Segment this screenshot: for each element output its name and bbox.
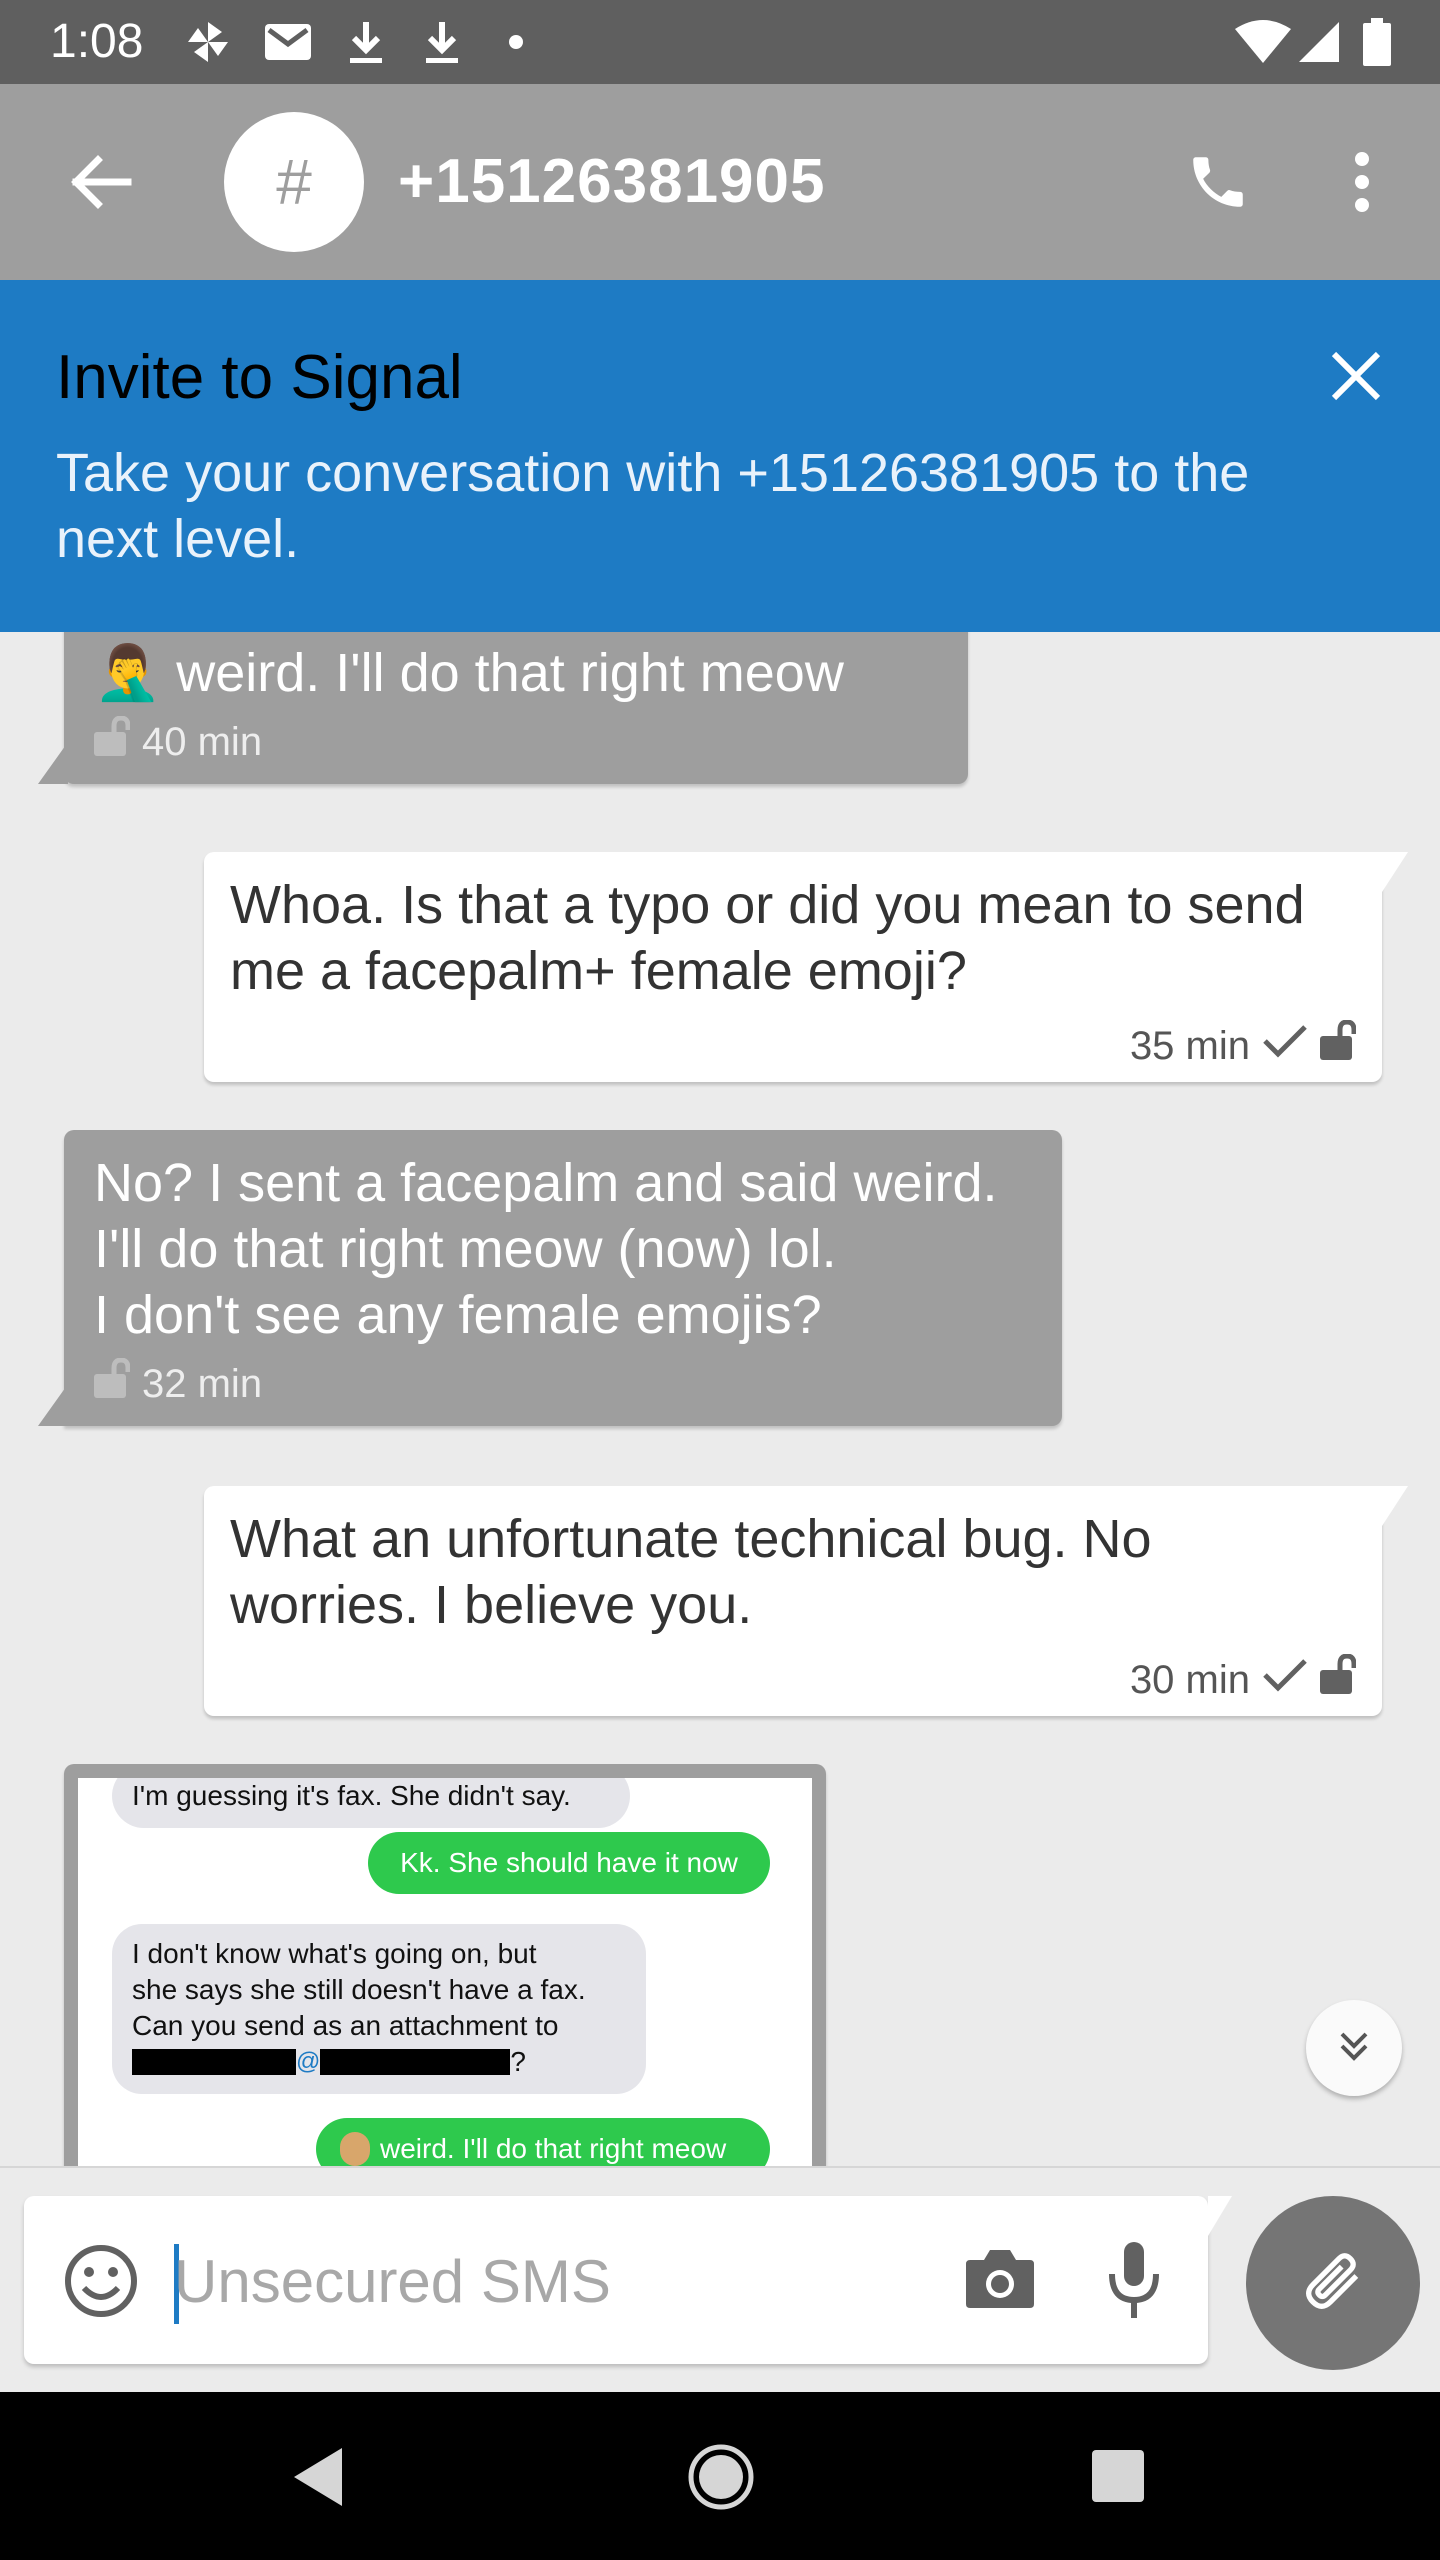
sms-bubble-right: Kk. She should have it now — [368, 1832, 770, 1894]
unlock-icon — [1320, 1019, 1357, 1071]
sms-line: ? — [510, 2046, 526, 2077]
sms-text: I'm guessing it's fax. She didn't say. — [132, 1780, 571, 1811]
battery-icon — [1360, 0, 1394, 84]
sms-bubble-left: I don't know what's going on, but she sa… — [112, 1924, 646, 2094]
message-line: I don't see any female emojis? — [94, 1285, 822, 1345]
gmail-icon — [258, 0, 318, 84]
screenshot-image: I'm guessing it's fax. She didn't say. K… — [78, 1778, 812, 2166]
message-outgoing[interactable]: Whoa. Is that a typo or did you mean to … — [204, 852, 1382, 1082]
sms-text: Kk. She should have it now — [400, 1847, 738, 1878]
signal-icon — [1296, 0, 1342, 84]
bubble-tail — [38, 742, 68, 784]
message-line: No? I sent a facepalm and said weird. — [94, 1153, 998, 1213]
message-time: 40 min — [142, 719, 263, 764]
back-arrow-icon[interactable] — [56, 138, 144, 226]
sms-line: Can you send as an attachment to — [132, 2010, 559, 2041]
message-input[interactable] — [172, 2230, 936, 2332]
composer-tail — [1208, 2196, 1232, 2236]
message-time: 30 min — [1129, 1657, 1250, 1702]
double-chevron-down-icon — [1336, 2028, 1372, 2069]
download-icon — [340, 0, 392, 84]
microphone-icon[interactable] — [1106, 2240, 1162, 2325]
composer — [24, 2196, 1208, 2364]
dot-icon — [504, 0, 528, 84]
emoji-icon[interactable] — [64, 2244, 138, 2323]
unlock-icon — [94, 1357, 131, 1409]
camera-icon[interactable] — [964, 2248, 1036, 2315]
download-icon — [416, 0, 468, 84]
message-line: Whoa. Is that a typo or did you mean to … — [230, 875, 1305, 935]
unlock-icon — [94, 715, 131, 767]
image-message[interactable]: I'm guessing it's fax. She didn't say. K… — [64, 1764, 826, 2166]
phone-icon[interactable] — [1178, 142, 1258, 222]
conversation-title[interactable]: +15126381905 — [398, 146, 826, 218]
sms-text: weird. I'll do that right meow — [380, 2133, 727, 2164]
recents-nav-icon[interactable] — [1090, 2448, 1146, 2509]
attachment-icon — [1293, 2241, 1373, 2326]
divider — [0, 2166, 1440, 2168]
attach-button[interactable] — [1246, 2196, 1420, 2370]
redaction-bar — [132, 2049, 296, 2075]
bubble-tail — [1382, 1486, 1408, 1526]
message-line: What an unfortunate technical bug. No — [230, 1509, 1152, 1569]
sms-bubble-left: I'm guessing it's fax. She didn't say. — [112, 1778, 630, 1828]
banner-title: Invite to Signal — [56, 343, 463, 412]
pinwheel-icon — [180, 0, 236, 84]
message-outgoing[interactable]: What an unfortunate technical bug. No wo… — [204, 1486, 1382, 1716]
home-nav-icon[interactable] — [688, 2444, 754, 2515]
message-line: me a facepalm+ female emoji? — [230, 941, 967, 1001]
more-vert-icon[interactable] — [1336, 142, 1388, 222]
check-icon — [1262, 1656, 1308, 1704]
back-nav-icon[interactable] — [290, 2446, 346, 2513]
scroll-to-bottom-button[interactable] — [1306, 2000, 1402, 2096]
sms-line: I don't know what's going on, but — [132, 1938, 537, 1969]
status-time: 1:08 — [50, 15, 144, 68]
message-incoming[interactable]: No? I sent a facepalm and said weird. I'… — [64, 1130, 1062, 1426]
close-icon[interactable] — [1316, 336, 1396, 416]
message-incoming[interactable]: 🤦‍♂️ weird. I'll do that right meow 40 m… — [64, 632, 968, 784]
status-bar: 1:08 — [0, 0, 1440, 84]
sms-bubble-right: weird. I'll do that right meow — [316, 2118, 770, 2166]
bubble-tail — [38, 1384, 68, 1426]
banner-body: Take your conversation with +15126381905… — [56, 443, 1250, 569]
unlock-icon — [1320, 1653, 1357, 1705]
message-list[interactable]: 🤦‍♂️ weird. I'll do that right meow 40 m… — [0, 632, 1440, 2166]
sms-at-sign: @ — [296, 2048, 321, 2075]
message-line: I'll do that right meow (now) lol. — [94, 1219, 837, 1279]
redaction-bar — [320, 2049, 511, 2075]
bubble-tail — [1382, 852, 1408, 892]
sms-line: she says she still doesn't have a fax. — [132, 1974, 586, 2005]
message-line: worries. I believe you. — [230, 1575, 753, 1635]
message-time: 35 min — [1129, 1023, 1250, 1068]
navigation-bar — [0, 2392, 1440, 2560]
avatar[interactable]: # — [224, 112, 364, 252]
check-icon — [1262, 1022, 1308, 1070]
facepalm-emoji-icon — [340, 2132, 370, 2166]
message-time: 32 min — [142, 1361, 263, 1406]
wifi-icon — [1232, 0, 1294, 84]
message-text: 🤦‍♂️ weird. I'll do that right meow — [94, 643, 844, 703]
